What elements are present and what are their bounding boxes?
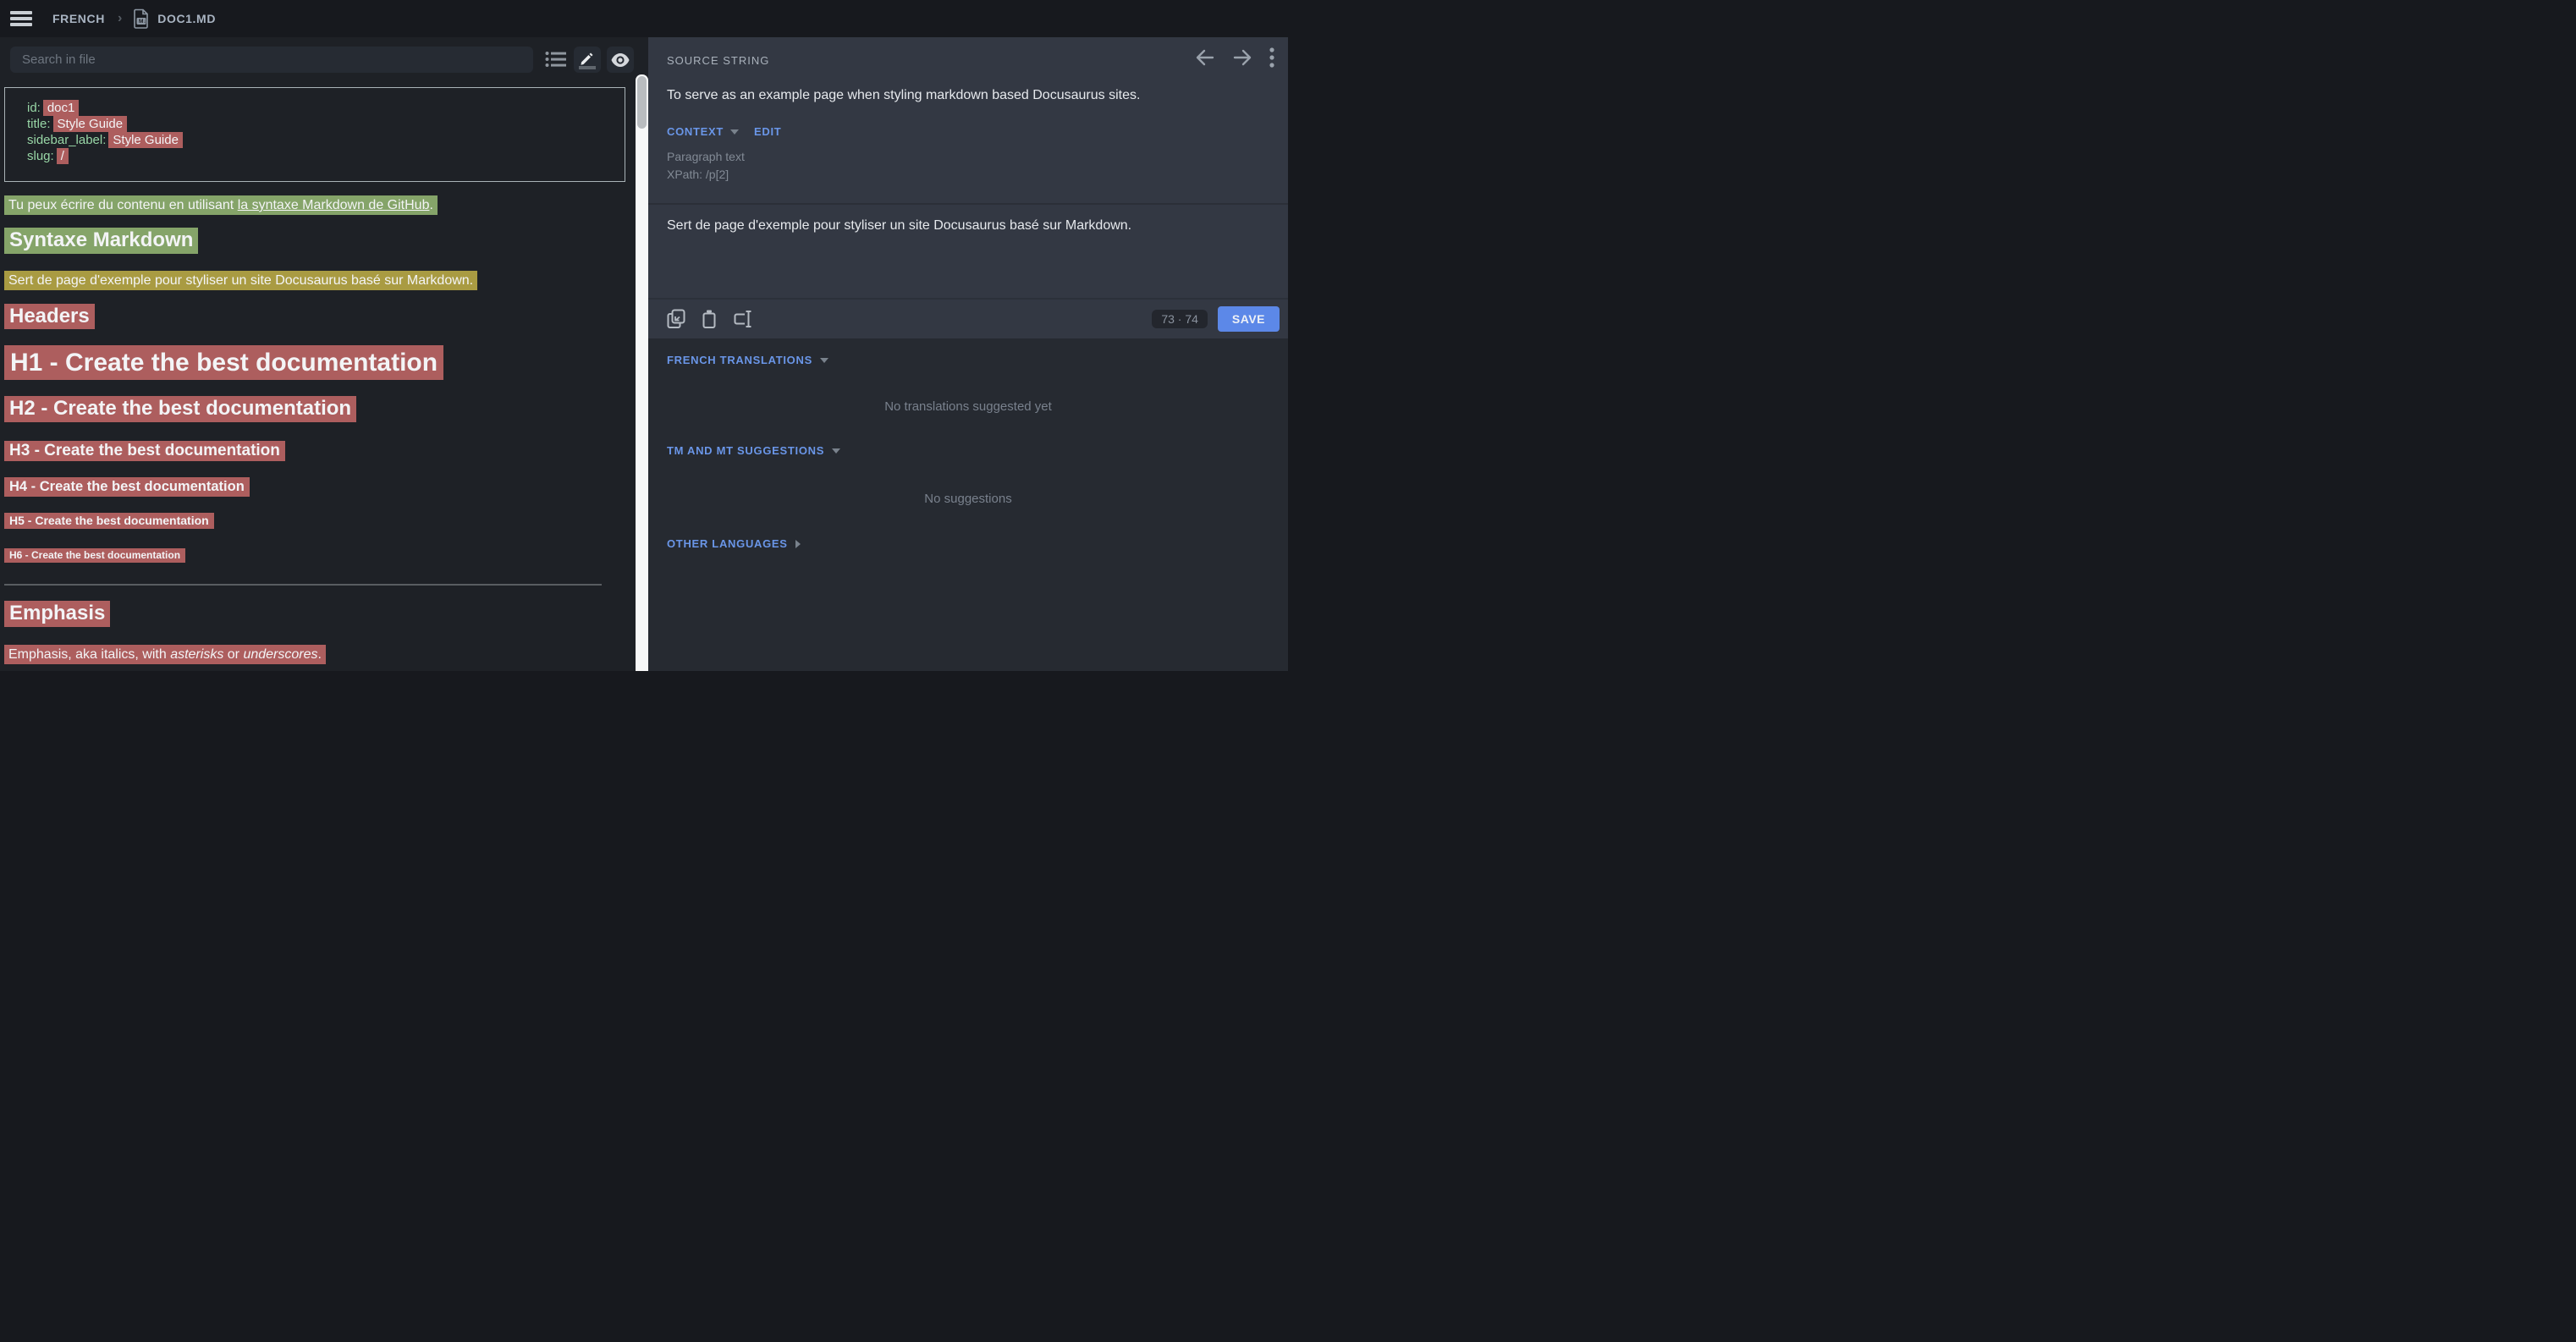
- edit-context-button[interactable]: EDIT: [754, 125, 781, 138]
- edit-mode-button[interactable]: [574, 47, 601, 73]
- context-xpath: XPath: /p[2]: [667, 166, 745, 184]
- tm-mt-empty-state: No suggestions: [648, 492, 1288, 506]
- frontmatter-row: slug:/: [27, 148, 625, 164]
- translation-panel: SOURCE STRING To serve as an example pag…: [648, 37, 1288, 671]
- document-content: id:doc1 title:Style Guide sidebar_label:…: [0, 87, 636, 671]
- frontmatter-value[interactable]: Style Guide: [53, 116, 128, 132]
- other-languages-section-header[interactable]: OTHER LANGUAGES: [667, 537, 801, 550]
- string-heading-h6[interactable]: H6 - Create the best documentation: [4, 548, 185, 563]
- delete-translation-icon[interactable]: [702, 309, 717, 329]
- editor-divider: [648, 203, 1288, 205]
- editor-toolbar: 73 · 74 SAVE: [648, 298, 1288, 338]
- string-intro-paragraph[interactable]: Tu peux écrire du contenu en utilisant l…: [4, 195, 438, 215]
- edit-mode-active-indicator: [579, 66, 596, 69]
- source-string-label: SOURCE STRING: [667, 54, 769, 67]
- frontmatter-value[interactable]: doc1: [43, 100, 80, 116]
- string-list-icon[interactable]: [545, 50, 567, 73]
- string-heading-headers[interactable]: Headers: [4, 304, 95, 329]
- string-editor-card: SOURCE STRING To serve as an example pag…: [648, 37, 1288, 338]
- menu-icon[interactable]: [10, 11, 32, 26]
- breadcrumb-project[interactable]: FRENCH: [52, 12, 105, 25]
- save-button[interactable]: SAVE: [1218, 306, 1280, 332]
- svg-text:M↓: M↓: [139, 19, 146, 25]
- collapse-triangle-icon: [820, 358, 828, 363]
- translation-editor[interactable]: Sert de page d'exemple pour styliser un …: [667, 218, 1271, 234]
- string-heading-h3[interactable]: H3 - Create the best documentation: [4, 441, 285, 462]
- preview-eye-button[interactable]: [607, 47, 634, 73]
- string-heading-h1[interactable]: H1 - Create the best documentation: [4, 345, 443, 380]
- copy-source-icon[interactable]: [667, 309, 685, 329]
- context-dropdown[interactable]: CONTEXT: [667, 125, 724, 138]
- previous-string-arrow-left-icon[interactable]: [1195, 48, 1215, 67]
- string-heading-h2[interactable]: H2 - Create the best documentation: [4, 396, 356, 421]
- kebab-menu-icon[interactable]: [1269, 47, 1274, 68]
- string-heading-h5[interactable]: H5 - Create the best documentation: [4, 513, 214, 529]
- github-markdown-link[interactable]: la syntaxe Markdown de GitHub: [238, 198, 430, 212]
- char-count-badge: 73 · 74: [1152, 310, 1208, 328]
- frontmatter-block[interactable]: id:doc1 title:Style Guide sidebar_label:…: [4, 87, 625, 182]
- markdown-file-icon: M↓: [133, 8, 150, 29]
- horizontal-rule: [4, 584, 602, 586]
- breadcrumb-file: DOC1.MD: [157, 12, 216, 25]
- string-selected-paragraph[interactable]: Sert de page d'exemple pour styliser un …: [4, 271, 477, 290]
- tm-mt-suggestions-section-header[interactable]: TM AND MT SUGGESTIONS: [667, 444, 840, 457]
- context-type: Paragraph text: [667, 148, 745, 166]
- search-input[interactable]: [10, 47, 533, 73]
- french-translations-empty-state: No translations suggested yet: [648, 399, 1288, 414]
- scrollbar-thumb[interactable]: [637, 76, 647, 129]
- french-translations-section-header[interactable]: FRENCH TRANSLATIONS: [667, 354, 828, 366]
- collapse-triangle-icon: [832, 448, 840, 454]
- top-bar: FRENCH › M↓ DOC1.MD: [0, 0, 1288, 37]
- frontmatter-row: title:Style Guide: [27, 116, 625, 132]
- string-heading-emphasis[interactable]: Emphasis: [4, 601, 110, 626]
- text-cursor-select-icon[interactable]: [733, 309, 753, 329]
- frontmatter-value[interactable]: /: [57, 148, 69, 164]
- frontmatter-row: id:doc1: [27, 100, 625, 116]
- frontmatter-row: sidebar_label:Style Guide: [27, 132, 625, 148]
- suggestions-area: FRENCH TRANSLATIONS No translations sugg…: [648, 338, 1288, 671]
- string-heading-syntaxe-markdown[interactable]: Syntaxe Markdown: [4, 228, 198, 253]
- string-heading-h4[interactable]: H4 - Create the best documentation: [4, 477, 250, 496]
- context-meta: Paragraph text XPath: /p[2]: [667, 148, 745, 184]
- context-dropdown-triangle-icon: [730, 129, 739, 135]
- next-string-arrow-right-icon[interactable]: [1232, 48, 1252, 67]
- string-emphasis-paragraph[interactable]: Emphasis, aka italics, with asterisks or…: [4, 645, 326, 664]
- expand-triangle-icon: [795, 540, 801, 548]
- document-scrollbar-column: [636, 37, 648, 671]
- document-panel: id:doc1 title:Style Guide sidebar_label:…: [0, 37, 636, 671]
- scrollbar-track[interactable]: [636, 74, 648, 671]
- chevron-right-icon: ›: [118, 11, 122, 26]
- frontmatter-value[interactable]: Style Guide: [108, 132, 183, 148]
- source-string-text: To serve as an example page when styling…: [667, 88, 1140, 103]
